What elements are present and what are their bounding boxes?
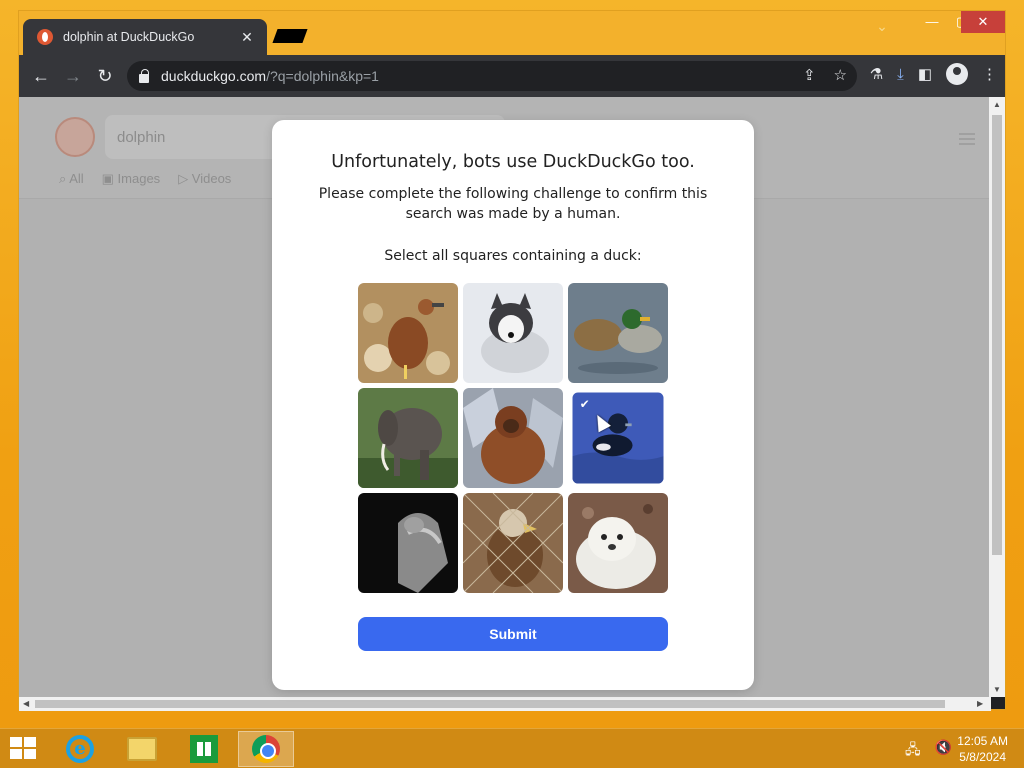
duckduckgo-favicon-icon	[37, 29, 53, 45]
tab-strip: dolphin at DuckDuckGo ✕ ⌄ — ▢ ✕	[19, 11, 1005, 55]
taskbar: e 🖧 🔇 12:05 AM 5/8/2024	[0, 728, 1024, 768]
captcha-grid: ✔	[358, 283, 668, 593]
close-window-button[interactable]: ✕	[961, 11, 1005, 33]
search-value: dolphin	[117, 128, 166, 146]
ddg-logo[interactable]	[55, 117, 95, 157]
profile-avatar-icon[interactable]	[946, 63, 968, 85]
system-tray: 🖧 🔇	[905, 739, 952, 763]
forward-button[interactable]: →	[59, 62, 87, 90]
scroll-up-arrow-icon[interactable]: ▲	[993, 100, 1001, 109]
tab-videos[interactable]: ▷ Videos	[178, 171, 231, 187]
tab-close-icon[interactable]: ✕	[239, 29, 255, 46]
taskbar-file-explorer[interactable]	[114, 731, 170, 767]
scroll-left-arrow-icon[interactable]: ◀	[23, 699, 29, 708]
tab-all[interactable]: ⌕ All	[59, 171, 84, 187]
folder-icon	[127, 737, 157, 761]
search-tabs: ⌕ All ▣ Images ▷ Videos	[59, 171, 231, 187]
captcha-subtext: Please complete the following challenge …	[318, 186, 708, 222]
windows-logo-icon	[10, 737, 22, 747]
scroll-down-arrow-icon[interactable]: ▼	[993, 685, 1001, 694]
captcha-tile-8-eagle-behind-fence[interactable]	[463, 493, 563, 593]
new-tab-button[interactable]	[272, 29, 308, 43]
store-icon	[190, 735, 218, 763]
labs-flask-icon[interactable]: ⚗	[870, 65, 883, 83]
browser-tab[interactable]: dolphin at DuckDuckGo ✕	[23, 19, 267, 55]
internet-explorer-icon: e	[66, 735, 94, 763]
side-panel-icon[interactable]: ◧	[918, 65, 932, 83]
horizontal-scrollbar[interactable]: ◀ ▶	[19, 697, 991, 711]
clock-time: 12:05 AM	[957, 734, 1008, 748]
scroll-right-arrow-icon[interactable]: ▶	[977, 699, 983, 708]
volume-muted-icon[interactable]: 🔇	[935, 739, 952, 763]
back-button[interactable]: ←	[27, 62, 55, 90]
captcha-prompt: Select all squares containing a duck:	[384, 248, 642, 264]
clock[interactable]: 12:05 AM 5/8/2024	[957, 733, 1008, 765]
captcha-tile-2-husky-dog[interactable]	[463, 283, 563, 383]
taskbar-store[interactable]	[176, 731, 232, 767]
tab-images[interactable]: ▣ Images	[102, 171, 161, 187]
bookmark-star-icon[interactable]: ☆	[834, 66, 847, 84]
submit-button[interactable]: Submit	[358, 617, 668, 651]
share-icon[interactable]: ⇪	[803, 66, 816, 84]
selected-checkmark-icon: ✔	[579, 397, 590, 412]
reload-button[interactable]: ↻	[91, 62, 119, 90]
browser-window: dolphin at DuckDuckGo ✕ ⌄ — ▢ ✕ ← → ↻ du…	[18, 10, 1006, 711]
captcha-modal: Unfortunately, bots use DuckDuckGo too. …	[272, 120, 754, 690]
download-icon[interactable]: ⤓	[897, 66, 904, 83]
captcha-tile-6-tufted-duck[interactable]: ✔	[572, 392, 664, 484]
taskbar-internet-explorer[interactable]: e	[52, 731, 108, 767]
url-host: duckduckgo.com	[161, 68, 267, 84]
taskbar-chrome[interactable]	[238, 731, 294, 767]
clock-date: 5/8/2024	[959, 750, 1006, 764]
captcha-tile-3-mallard-ducks[interactable]	[568, 283, 668, 383]
url-path: /?q=dolphin&kp=1	[266, 68, 379, 84]
captcha-heading: Unfortunately, bots use DuckDuckGo too.	[331, 152, 695, 172]
captcha-tile-5-orangutan[interactable]	[463, 388, 563, 488]
lock-icon[interactable]	[139, 68, 149, 83]
hamburger-menu-icon[interactable]	[959, 133, 975, 145]
chrome-icon	[252, 735, 280, 763]
network-icon[interactable]: 🖧	[905, 739, 921, 763]
address-bar[interactable]: duckduckgo.com/?q=dolphin&kp=1 ⇪ ☆	[127, 61, 857, 91]
vertical-scroll-thumb[interactable]	[992, 115, 1002, 555]
tab-search-chevron-icon[interactable]: ⌄	[865, 15, 899, 37]
minimize-button[interactable]: —	[915, 11, 949, 33]
horizontal-scroll-thumb[interactable]	[35, 700, 945, 708]
menu-kebab-icon[interactable]: ⋮	[982, 65, 997, 83]
tab-title: dolphin at DuckDuckGo	[63, 30, 195, 44]
vertical-scrollbar[interactable]: ▲ ▼	[989, 97, 1005, 697]
start-button[interactable]	[10, 737, 38, 761]
browser-toolbar: ← → ↻ duckduckgo.com/?q=dolphin&kp=1 ⇪ ☆…	[19, 55, 1005, 97]
captcha-tile-4-elephant[interactable]	[358, 388, 458, 488]
captcha-tile-7-cat-in-dark[interactable]	[358, 493, 458, 593]
captcha-tile-9-seal-pup[interactable]	[568, 493, 668, 593]
captcha-tile-1-whistling-duck[interactable]	[358, 283, 458, 383]
